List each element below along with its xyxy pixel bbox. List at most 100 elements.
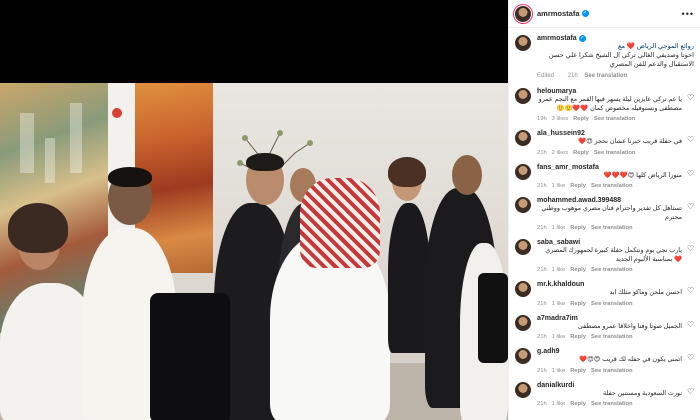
avatar[interactable] [515,239,531,255]
comment-username[interactable]: fans_amr_mostafa [537,164,682,171]
caption-username[interactable]: amrmostafa [537,35,577,42]
like-heart-icon[interactable]: ♡ [687,94,694,102]
comment-likes[interactable]: 1 like [552,368,566,374]
avatar[interactable] [515,163,531,180]
comment-username[interactable]: mohammed.awad.399488 [537,197,682,204]
comment-age: 21h [537,267,547,273]
comment-text: احسن ملحن وماكو مثلك ابد [609,289,683,296]
comment-meta: 19h 3 likes Reply See translation [537,116,682,122]
comment-meta: 21h 1 like Reply See translation [537,267,682,273]
comment-age: 21h [537,183,547,189]
comment-username[interactable]: mr.k.khaldoun [537,281,682,288]
comment-age: 21h [537,149,547,156]
camera-foreground [150,293,230,420]
reply-button[interactable]: Reply [570,334,586,340]
verified-badge-icon: ✓ [581,10,589,17]
reply-button[interactable]: Reply [573,116,589,122]
reply-button[interactable]: Reply [570,183,586,189]
comment-item: mohammed.awad.399488 تستاهل كل تقدير واحت… [509,193,700,235]
comment-text: يارب نجي يوم ونتكمل حفلة كبيرة لجمهورك ا… [545,247,682,263]
comment-item: g.adh9 اتمنى يكون في حفله لك قريب 😍😍❤️ 21h… [509,344,700,378]
see-translation-link[interactable]: See translation [591,334,633,340]
like-heart-icon[interactable]: ♡ [687,245,694,253]
post-sidebar: amrmostafa ✓ ••• amrmostafa ✓ روائع المو… [508,0,700,420]
see-translation-link[interactable]: See translation [591,225,633,231]
comment-text: اتمنى يكون في حفله لك قريب 😍😍❤️ [579,356,682,363]
comment-text: تستاهل كل تقدير واحترام فنان مصري موهوب … [541,205,682,221]
comment-meta: 21h 1 like Reply See translation [537,401,682,407]
comment-username[interactable]: heloumarya [537,88,682,95]
avatar[interactable] [515,88,531,104]
comment-text: في حفلة قريب خبرنا عشان نحجز 😍❤️ [578,138,682,145]
see-translation-link[interactable]: See translation [594,150,636,156]
see-translation-link[interactable]: See translation [594,116,636,122]
comment-age: 19h [537,116,547,122]
post-media[interactable] [0,0,508,420]
comment-meta: 21h 1 like Reply See translation [537,334,682,340]
comment-meta: 21h 1 like Reply See translation [537,183,682,189]
reply-button[interactable]: Reply [570,301,586,307]
avatar[interactable] [515,35,531,51]
comment-meta: 21h 1 like Reply See translation [537,368,682,374]
avatar[interactable] [515,348,531,364]
comment-text: منورا الرياض كلها 😍❤️❤️❤️ [603,171,682,179]
like-heart-icon[interactable]: ♡ [687,287,694,295]
see-translation-link[interactable]: See translation [591,183,633,189]
comment-likes[interactable]: 1 like [552,334,566,340]
see-translation-link[interactable]: See translation [591,368,633,374]
see-translation-link[interactable]: See translation [591,301,633,307]
comment-item: mr.k.khaldoun احسن ملحن وماكو مثلك ابد 21h… [509,277,700,311]
comment-likes[interactable]: 1 like [552,401,566,407]
comment-item: a7madra7im الجميل صوتا وفنا واخلاقا عمرو … [509,311,700,345]
comment-likes[interactable]: 1 like [552,225,566,231]
comment-item: danialkurdi نورت السعودية ومستنين حفلة 21h… [509,378,700,412]
comment-username[interactable]: saba_sabawi [537,239,682,246]
post-caption: amrmostafa ✓ روائع الموجي الرياض ❤️ مع ا… [509,28,700,84]
comment-username[interactable]: ala_hussein92 [537,130,682,137]
comment-likes[interactable]: 2 likes [552,150,568,156]
comment-list: heloumarya يا عم تركي عايزين ليلة يسهر في… [509,84,700,411]
like-heart-icon[interactable]: ♡ [687,203,694,211]
see-translation-link[interactable]: See translation [591,401,633,407]
comment-age: 21h [537,401,547,407]
like-heart-icon[interactable]: ♡ [687,320,694,328]
like-heart-icon[interactable]: ♡ [687,169,694,177]
post-age: 21h [567,73,578,79]
comment-item: heloumarya يا عم تركي عايزين ليلة يسهر في… [509,84,700,126]
comment-text: يا عم تركي عايزين ليلة يسهر فيها القمر م… [538,96,682,112]
avatar[interactable] [515,314,531,331]
comment-username[interactable]: a7madra7im [537,315,682,322]
comment-age: 21h [537,367,547,374]
verified-badge-icon: ✓ [578,35,586,42]
reply-button[interactable]: Reply [570,401,586,407]
comment-likes[interactable]: 1 like [552,267,566,273]
comment-likes[interactable]: 3 likes [552,116,568,122]
like-heart-icon[interactable]: ♡ [687,136,694,144]
reply-button[interactable]: Reply [570,267,586,273]
avatar[interactable] [515,281,531,297]
red-light [112,108,122,118]
comment-likes[interactable]: 1 like [552,301,566,307]
reply-button[interactable]: Reply [570,368,586,374]
comment-item: fans_amr_mostafa منورا الرياض كلها 😍❤️❤️❤… [509,160,700,194]
comment-username[interactable]: danialkurdi [537,382,682,389]
avatar[interactable] [515,5,531,22]
comment-meta: 21h 1 like Reply See translation [537,225,682,231]
comment-username[interactable]: g.adh9 [537,348,682,355]
reply-button[interactable]: Reply [570,225,586,231]
post-photo [0,83,508,420]
like-heart-icon[interactable]: ♡ [687,354,694,362]
person-black-dress [388,203,430,353]
like-heart-icon[interactable]: ♡ [687,387,694,395]
instagram-post-view: amrmostafa ✓ ••• amrmostafa ✓ روائع المو… [0,0,700,420]
more-options-icon[interactable]: ••• [682,9,694,19]
avatar[interactable] [515,381,531,398]
comment-likes[interactable]: 1 like [552,183,566,189]
see-translation-link[interactable]: See translation [584,73,627,79]
avatar[interactable] [515,130,531,146]
see-translation-link[interactable]: See translation [591,267,633,273]
avatar[interactable] [515,197,531,213]
username-link[interactable]: amrmostafa [537,9,580,18]
comment-text: نورت السعودية ومستنين حفلة [603,389,682,397]
reply-button[interactable]: Reply [573,150,589,156]
